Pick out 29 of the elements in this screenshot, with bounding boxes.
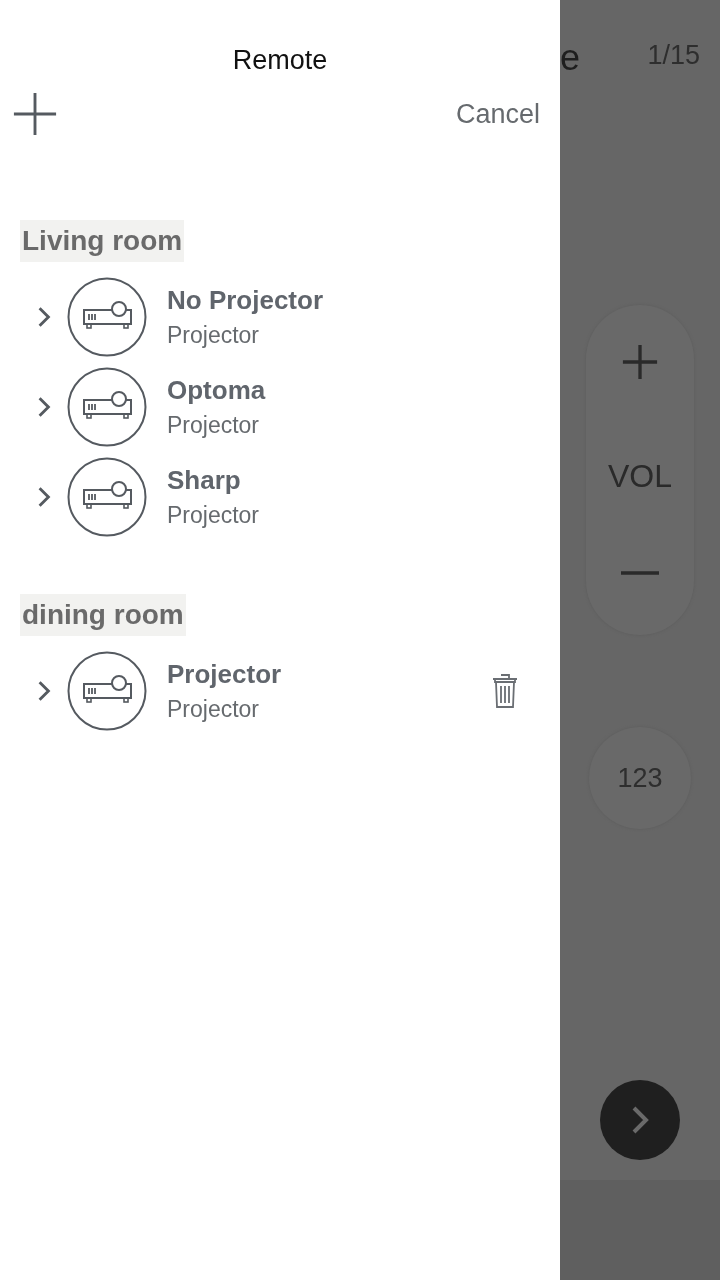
- chevron-icon[interactable]: [37, 396, 51, 418]
- device-type: Projector: [167, 502, 261, 529]
- chevron-icon[interactable]: [37, 306, 51, 328]
- group-header: Living room: [20, 220, 185, 262]
- projector-icon: [67, 367, 147, 447]
- device-type: Projector: [167, 322, 261, 349]
- chevron-icon[interactable]: [37, 680, 51, 702]
- projector-icon: [67, 651, 147, 731]
- numpad-button[interactable]: 123: [589, 727, 691, 829]
- projector-icon: [67, 277, 147, 357]
- device-name: Projector: [167, 659, 283, 690]
- projector-icon: [67, 457, 147, 537]
- page-counter: 1/15: [647, 40, 700, 72]
- volume-label: VOL: [608, 457, 672, 495]
- trash-icon[interactable]: [492, 674, 518, 708]
- volume-control[interactable]: VOL: [586, 305, 694, 635]
- device-name: No Projector: [167, 285, 325, 316]
- device-name: Sharp: [167, 465, 242, 496]
- next-button[interactable]: [600, 1080, 680, 1160]
- cancel-button[interactable]: Cancel: [455, 98, 540, 130]
- add-icon[interactable]: [12, 91, 58, 137]
- device-name: Optoma: [167, 375, 267, 406]
- device-type: Projector: [167, 412, 261, 439]
- chevron-icon[interactable]: [37, 486, 51, 508]
- drawer-title: Remote: [232, 44, 328, 76]
- plus-icon[interactable]: [621, 343, 659, 381]
- device-type: Projector: [167, 696, 261, 723]
- screen-title: e: [560, 38, 581, 74]
- group-header: dining room: [20, 594, 186, 636]
